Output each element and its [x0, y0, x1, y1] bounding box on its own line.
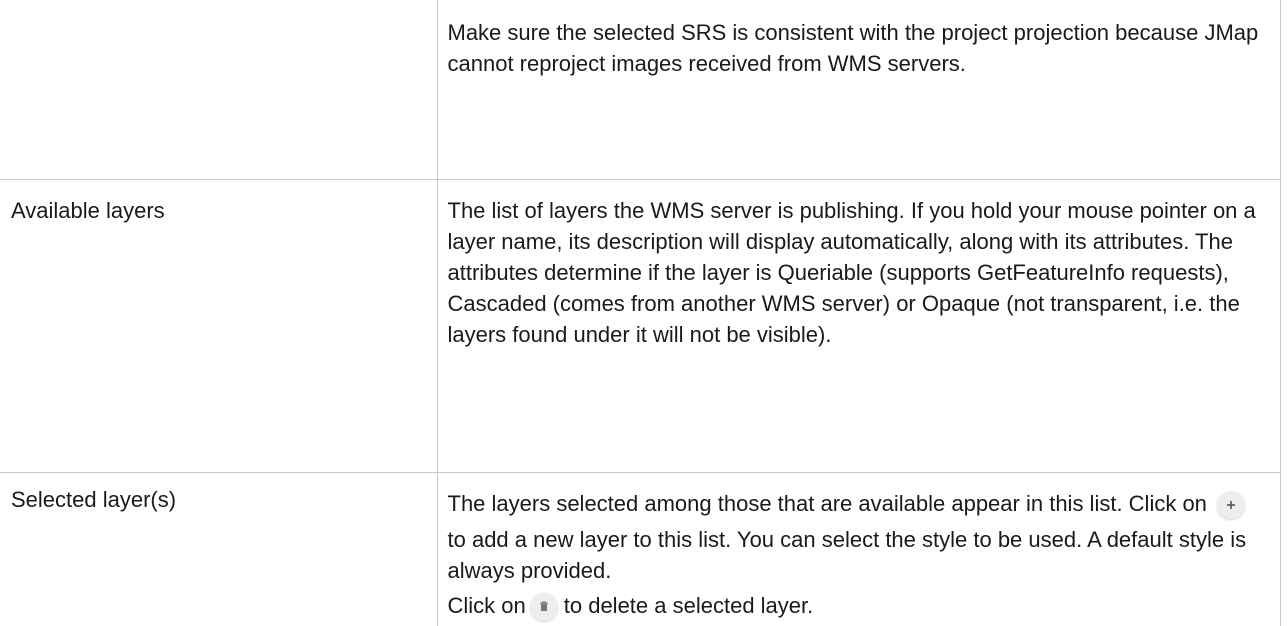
description-text: Click on: [448, 593, 526, 618]
row-label: Selected layer(s): [0, 473, 437, 626]
trash-icon: [530, 593, 558, 621]
description-text: to delete a selected layer.: [564, 593, 814, 618]
description-text: The layers selected among those that are…: [448, 491, 1207, 516]
row-description: Make sure the selected SRS is consistent…: [437, 0, 1280, 180]
row-description: The list of layers the WMS server is pub…: [437, 180, 1280, 473]
plus-icon: [1217, 491, 1245, 519]
row-label: [0, 0, 437, 180]
documentation-table: Make sure the selected SRS is consistent…: [0, 0, 1281, 626]
description-line: [1213, 484, 1251, 524]
row-description: The layers selected among those that are…: [437, 473, 1280, 626]
description-text: to add a new layer to this list. You can…: [448, 527, 1247, 583]
description-line: Click on to delete a selected layer.: [448, 586, 814, 626]
table-row: Available layers The list of layers the …: [0, 180, 1280, 473]
table-row: Make sure the selected SRS is consistent…: [0, 0, 1280, 180]
row-label: Available layers: [0, 180, 437, 473]
table-row: Selected layer(s) The layers selected am…: [0, 473, 1280, 626]
